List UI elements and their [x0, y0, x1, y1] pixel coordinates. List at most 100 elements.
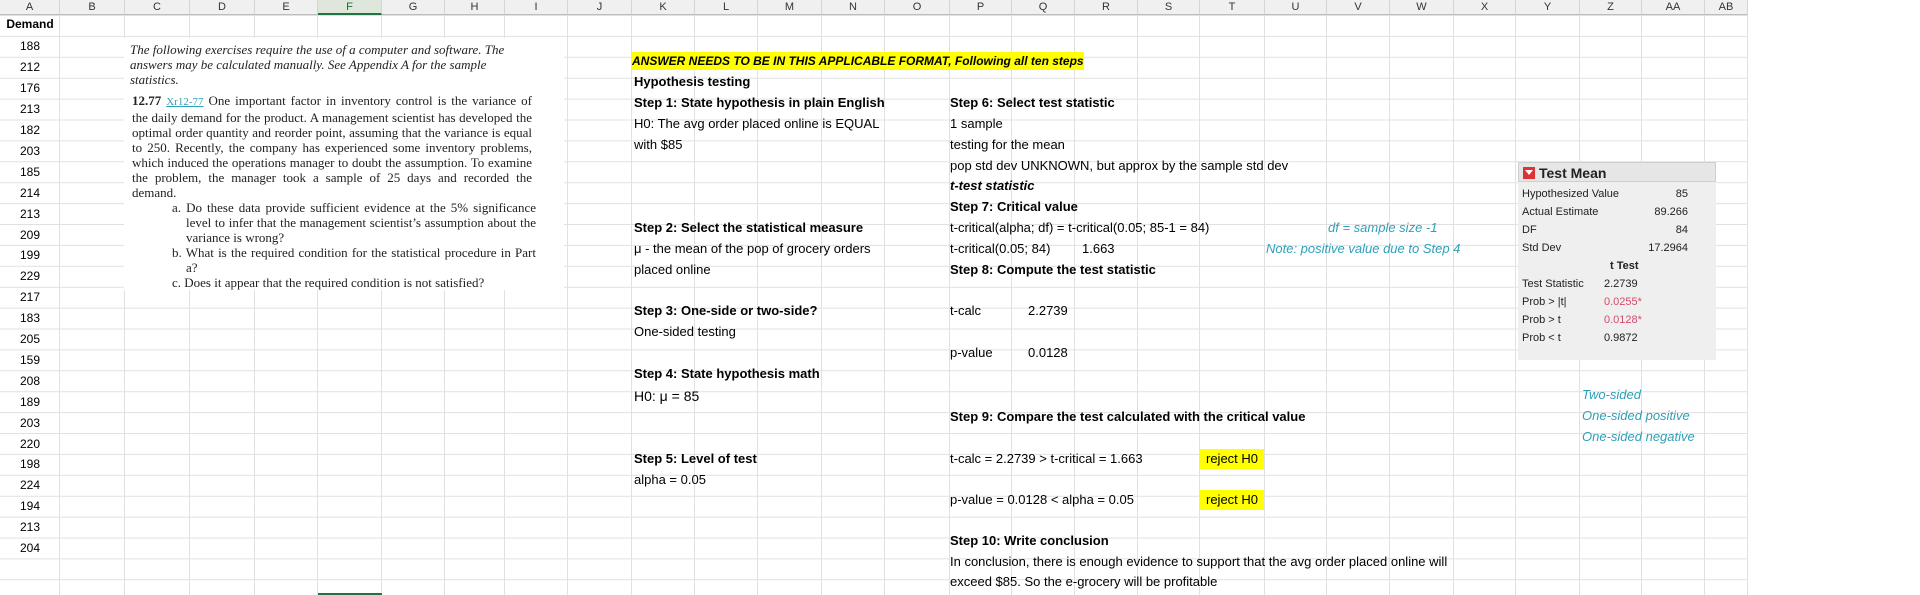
- step7-heading[interactable]: Step 7: Critical value: [950, 197, 1078, 217]
- step8-heading[interactable]: Step 8: Compute the test statistic: [950, 260, 1156, 280]
- step5-heading[interactable]: Step 5: Level of test: [634, 449, 757, 469]
- demand-cell[interactable]: 194: [0, 496, 60, 516]
- step9-heading[interactable]: Step 9: Compare the test calculated with…: [950, 407, 1305, 427]
- prob-lt-label: Prob < t: [1522, 332, 1561, 344]
- step9-line1[interactable]: t-calc = 2.2739 > t-critical = 1.663: [950, 449, 1143, 469]
- hypothesis-testing-title[interactable]: Hypothesis testing: [634, 72, 750, 92]
- column-header-d[interactable]: D: [190, 0, 255, 15]
- step2-heading[interactable]: Step 2: Select the statistical measure: [634, 218, 863, 238]
- demand-cell[interactable]: 183: [0, 308, 60, 328]
- demand-cell[interactable]: 217: [0, 287, 60, 307]
- column-header-i[interactable]: I: [505, 0, 568, 15]
- step9-line2[interactable]: p-value = 0.0128 < alpha = 0.05: [950, 490, 1134, 510]
- column-header-f[interactable]: F: [318, 0, 382, 15]
- column-header-l[interactable]: L: [695, 0, 758, 15]
- t-critical-value[interactable]: 1.663: [1082, 239, 1115, 259]
- column-header-r[interactable]: R: [1075, 0, 1138, 15]
- column-header-z[interactable]: Z: [1580, 0, 1642, 15]
- demand-cell[interactable]: 204: [0, 538, 60, 558]
- demand-cell[interactable]: 208: [0, 371, 60, 391]
- column-header-ab[interactable]: AB: [1705, 0, 1748, 15]
- column-header-u[interactable]: U: [1265, 0, 1327, 15]
- column-header-a[interactable]: A: [0, 0, 60, 15]
- column-header-s[interactable]: S: [1138, 0, 1200, 15]
- pvalue-label[interactable]: p-value: [950, 343, 993, 363]
- demand-cell[interactable]: 185: [0, 162, 60, 182]
- tcalc-label[interactable]: t-calc: [950, 301, 981, 321]
- demand-cell[interactable]: 209: [0, 225, 60, 245]
- legend-one-sided-negative[interactable]: One-sided negative: [1582, 427, 1695, 447]
- question-b: b. What is the required condition for th…: [172, 245, 536, 275]
- column-header-n[interactable]: N: [822, 0, 885, 15]
- column-header-p[interactable]: P: [950, 0, 1012, 15]
- legend-two-sided[interactable]: Two-sided: [1582, 385, 1641, 405]
- demand-cell[interactable]: 214: [0, 183, 60, 203]
- demand-cell[interactable]: 213: [0, 517, 60, 537]
- column-header-j[interactable]: J: [568, 0, 632, 15]
- dropdown-triangle-icon[interactable]: [1523, 167, 1535, 180]
- legend-one-sided-positive[interactable]: One-sided positive: [1582, 406, 1690, 426]
- demand-cell[interactable]: 220: [0, 434, 60, 454]
- demand-cell[interactable]: 159: [0, 350, 60, 370]
- demand-cell[interactable]: 189: [0, 392, 60, 412]
- step4-heading[interactable]: Step 4: State hypothesis math: [634, 364, 820, 384]
- demand-cell[interactable]: 182: [0, 120, 60, 140]
- tcalc-value[interactable]: 2.2739: [1028, 301, 1068, 321]
- step10-heading[interactable]: Step 10: Write conclusion: [950, 531, 1109, 551]
- step6-line3[interactable]: pop std dev UNKNOWN, but approx by the s…: [950, 156, 1288, 176]
- step4-line1[interactable]: H0: μ = 85: [634, 386, 699, 406]
- demand-cell[interactable]: 176: [0, 78, 60, 98]
- col-a-header[interactable]: Demand: [0, 14, 60, 34]
- step9-result1[interactable]: reject H0: [1200, 449, 1265, 469]
- demand-cell[interactable]: 198: [0, 454, 60, 474]
- step6-line2[interactable]: testing for the mean: [950, 135, 1065, 155]
- demand-cell[interactable]: 203: [0, 141, 60, 161]
- column-header-t[interactable]: T: [1200, 0, 1265, 15]
- column-header-h[interactable]: H: [445, 0, 505, 15]
- step2-line2[interactable]: placed online: [634, 260, 711, 280]
- step3-line1[interactable]: One-sided testing: [634, 322, 736, 342]
- column-header-c[interactable]: C: [125, 0, 190, 15]
- pvalue-value[interactable]: 0.0128: [1028, 343, 1068, 363]
- column-header-q[interactable]: Q: [1012, 0, 1075, 15]
- step7-line2[interactable]: t-critical(0.05; 84): [950, 239, 1050, 259]
- demand-cell[interactable]: 199: [0, 245, 60, 265]
- demand-cell[interactable]: 229: [0, 266, 60, 286]
- column-header-k[interactable]: K: [632, 0, 695, 15]
- step6-heading[interactable]: Step 6: Select test statistic: [950, 93, 1115, 113]
- demand-cell[interactable]: 224: [0, 475, 60, 495]
- step6-line4[interactable]: t-test statistic: [950, 176, 1035, 196]
- demand-cell[interactable]: 213: [0, 99, 60, 119]
- format-banner[interactable]: ANSWER NEEDS TO BE IN THIS APPLICABLE FO…: [632, 52, 1084, 70]
- demand-cell[interactable]: 205: [0, 329, 60, 349]
- step7-line1[interactable]: t-critical(alpha; df) = t-critical(0.05;…: [950, 218, 1209, 238]
- column-header-x[interactable]: X: [1454, 0, 1516, 15]
- step5-line1[interactable]: alpha = 0.05: [634, 470, 706, 490]
- step3-heading[interactable]: Step 3: One-side or two-side?: [634, 301, 817, 321]
- column-header-g[interactable]: G: [382, 0, 445, 15]
- demand-cell[interactable]: 212: [0, 57, 60, 77]
- demand-cell[interactable]: 203: [0, 413, 60, 433]
- step2-line1[interactable]: μ - the mean of the pop of grocery order…: [634, 239, 871, 259]
- step1-line2[interactable]: with $85: [634, 135, 682, 155]
- column-header-y[interactable]: Y: [1516, 0, 1580, 15]
- column-header-v[interactable]: V: [1327, 0, 1390, 15]
- column-header-o[interactable]: O: [885, 0, 950, 15]
- step1-line1[interactable]: H0: The avg order placed online is EQUAL: [634, 114, 879, 134]
- df-note[interactable]: df = sample size -1: [1328, 218, 1437, 238]
- positive-value-note[interactable]: Note: positive value due to Step 4: [1266, 239, 1460, 259]
- demand-cell[interactable]: 188: [0, 36, 60, 56]
- step10-line1[interactable]: In conclusion, there is enough evidence …: [950, 552, 1447, 572]
- column-header-m[interactable]: M: [758, 0, 822, 15]
- dataset-link[interactable]: Xr12-77: [166, 96, 203, 108]
- column-header-w[interactable]: W: [1390, 0, 1454, 15]
- column-header-e[interactable]: E: [255, 0, 318, 15]
- demand-cell[interactable]: 213: [0, 204, 60, 224]
- column-header-b[interactable]: B: [60, 0, 125, 15]
- step1-heading[interactable]: Step 1: State hypothesis in plain Englis…: [634, 93, 885, 113]
- step9-result2[interactable]: reject H0: [1200, 490, 1265, 510]
- column-header-aa[interactable]: AA: [1642, 0, 1705, 15]
- step6-line1[interactable]: 1 sample: [950, 114, 1003, 134]
- step10-line2[interactable]: exceed $85. So the e-grocery will be pro…: [950, 572, 1217, 592]
- test-mean-header[interactable]: Test Mean: [1518, 162, 1716, 182]
